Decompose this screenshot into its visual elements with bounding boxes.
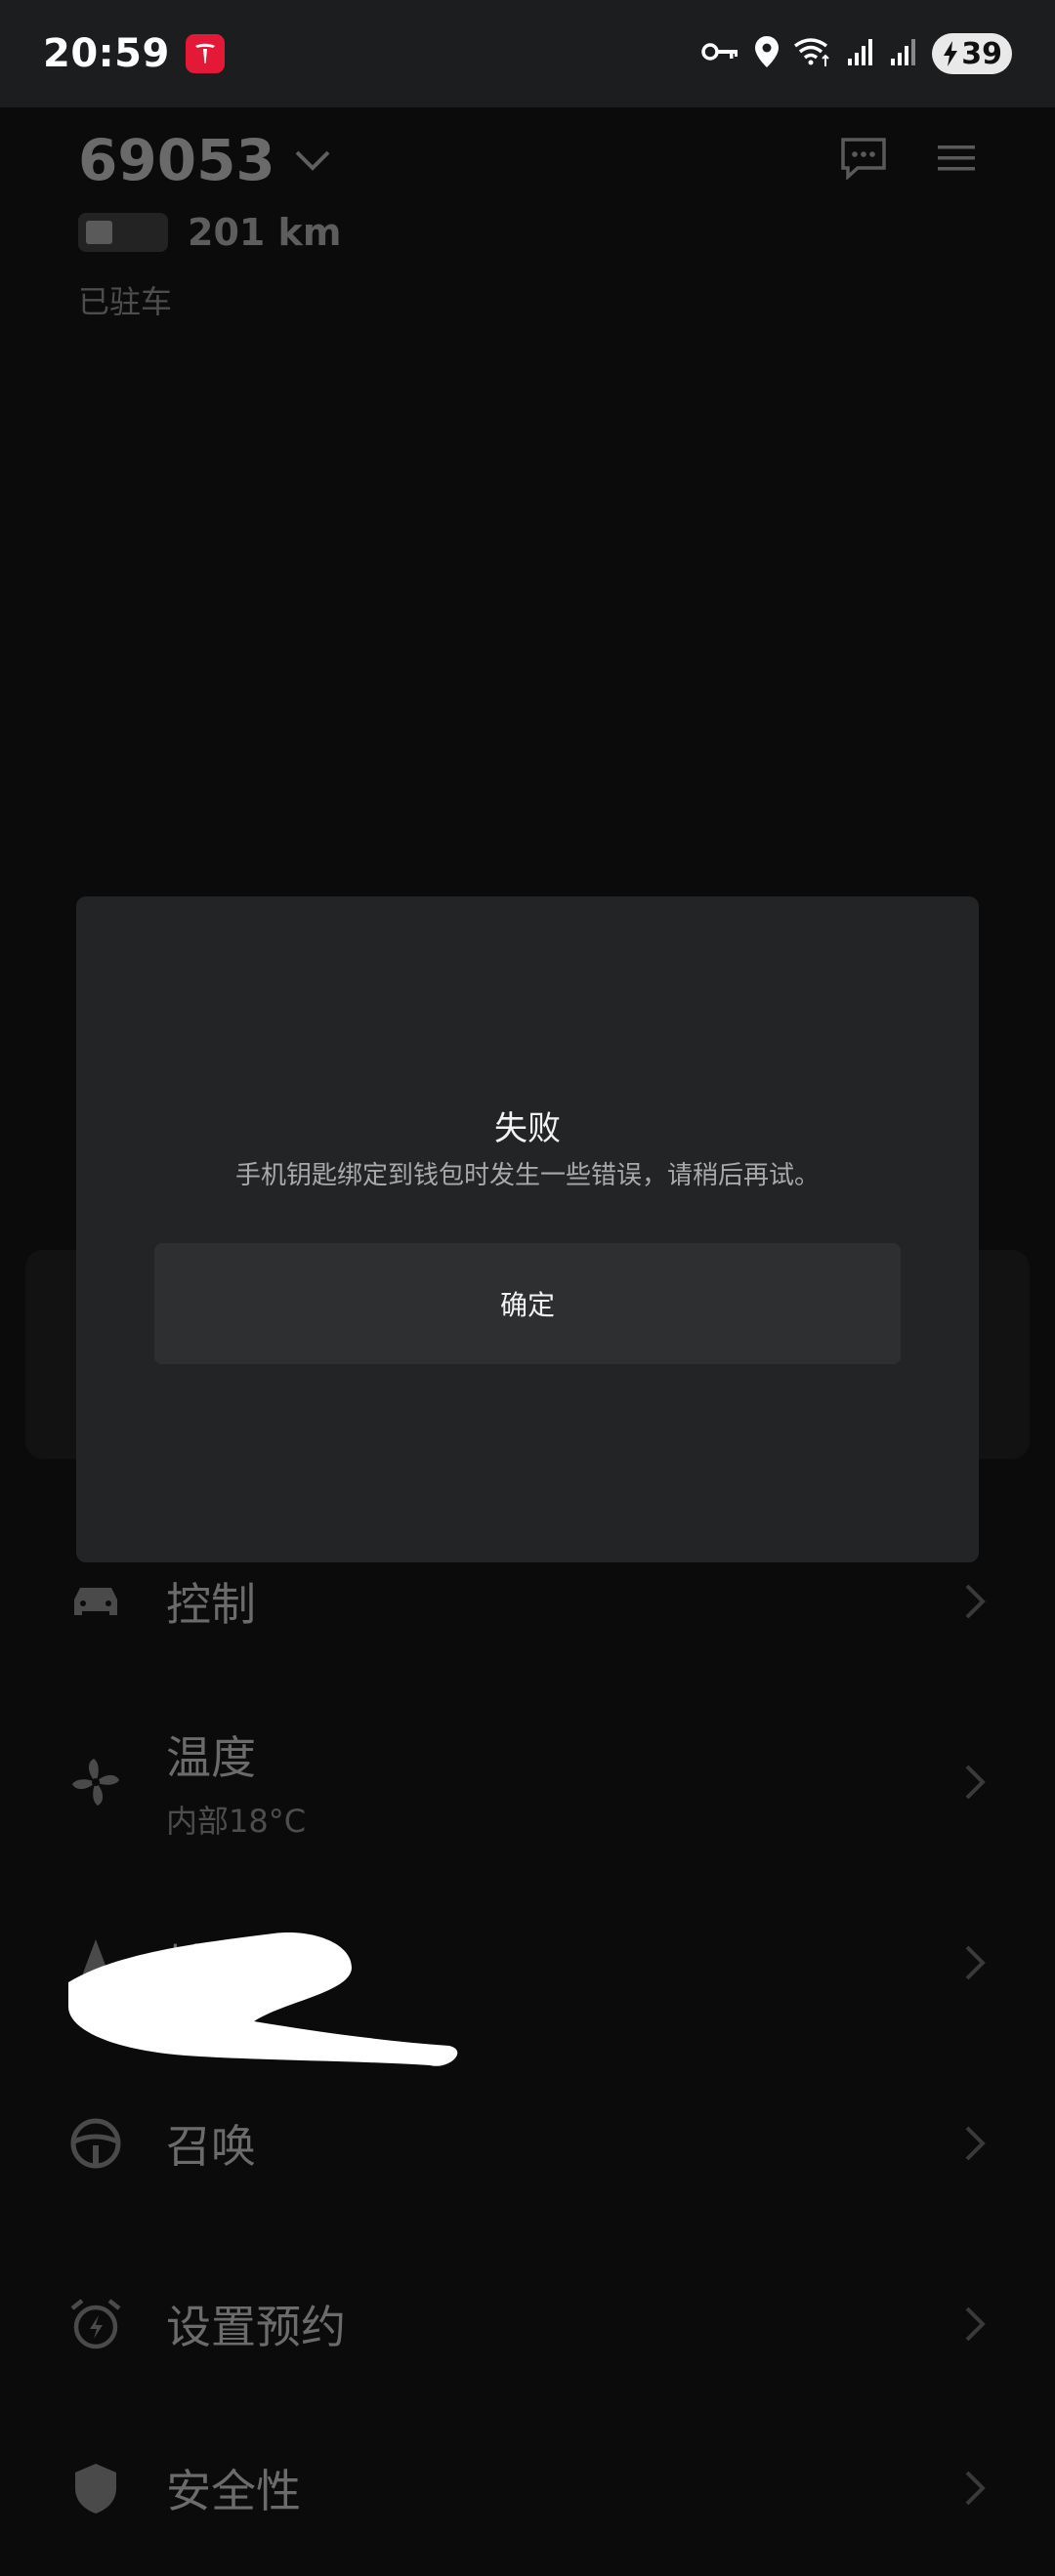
status-bar: 20:59 39 [0, 0, 1055, 107]
car-icon [66, 1572, 125, 1631]
signal-icon-2 [889, 37, 918, 70]
chevron-right-icon [965, 1765, 986, 1800]
key-icon [701, 40, 740, 67]
chevron-right-icon [965, 2126, 986, 2161]
chevron-right-icon [965, 2306, 986, 2342]
vehicle-name: 69053 [78, 127, 275, 193]
chevron-down-icon [295, 150, 330, 171]
signal-icon [846, 37, 875, 70]
location-pin-icon [754, 35, 780, 72]
battery-level: 39 [961, 36, 1002, 71]
fan-icon [66, 1753, 125, 1811]
menu-item-summon[interactable]: 召唤 [0, 2056, 1055, 2231]
message-icon[interactable] [840, 137, 887, 184]
wifi-icon [793, 36, 832, 71]
dialog-title: 失败 [494, 1109, 561, 1148]
battery-indicator: 39 [932, 33, 1012, 74]
menu-item-schedule[interactable]: 设置预约 [0, 2236, 1055, 2412]
steering-wheel-icon [66, 2114, 125, 2173]
vehicle-header: 69053 201 km 已驻车 [78, 127, 341, 322]
menu-icon[interactable] [936, 143, 977, 178]
range-text: 201 km [188, 211, 342, 254]
menu-item-subtitle: 内部18°C [166, 1803, 307, 1840]
redaction-scribble [68, 1932, 458, 2066]
menu-item-label: 安全性 [166, 2465, 301, 2517]
chevron-right-icon [965, 2471, 986, 2506]
alarm-clock-icon [66, 2295, 125, 2353]
battery-gauge [78, 213, 168, 252]
vehicle-selector[interactable]: 69053 [78, 127, 341, 193]
menu-item-label: 温度 [166, 1731, 256, 1784]
charging-bolt-icon [944, 41, 958, 66]
menu-item-climate[interactable]: 温度 内部18°C [0, 1694, 1055, 1870]
dialog-message: 手机钥匙绑定到钱包时发生一些错误，请稍后再试。 [234, 1161, 820, 1190]
battery-gauge-fill [86, 221, 112, 244]
chevron-right-icon [965, 1945, 986, 1980]
park-status: 已驻车 [78, 283, 173, 320]
menu-item-label: 召唤 [166, 2120, 256, 2173]
menu-item-security[interactable]: 安全性 [0, 2400, 1055, 2576]
menu-item-label: 设置预约 [166, 2301, 346, 2353]
error-dialog: 失败 手机钥匙绑定到钱包时发生一些错误，请稍后再试。 确定 [76, 896, 979, 1562]
status-time: 20:59 [43, 31, 170, 76]
tesla-app-icon [185, 34, 225, 73]
menu-item-label: 控制 [166, 1578, 256, 1631]
shield-icon [66, 2459, 125, 2517]
chevron-right-icon [965, 1584, 986, 1619]
confirm-button[interactable]: 确定 [154, 1243, 901, 1364]
